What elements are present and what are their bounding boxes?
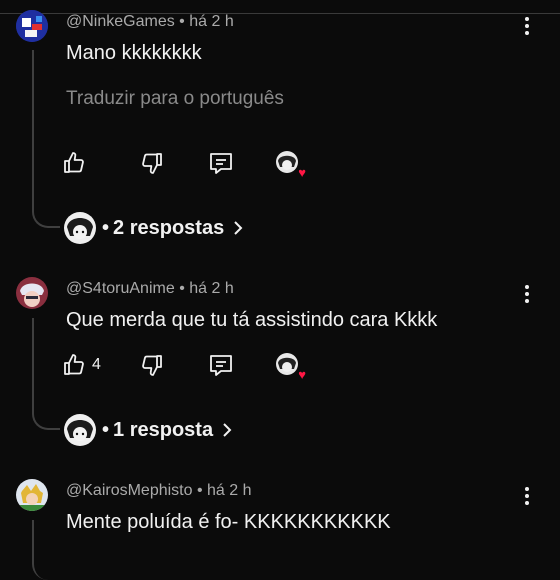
reply-icon bbox=[210, 355, 232, 376]
comment-time: há 2 h bbox=[189, 280, 234, 297]
creator-heart-icon: ♥ bbox=[298, 165, 306, 180]
comment-time: há 2 h bbox=[189, 13, 234, 30]
reply-button[interactable] bbox=[208, 148, 234, 178]
reply-avatar bbox=[64, 212, 96, 244]
author-handle[interactable]: @KairosMephisto bbox=[66, 482, 193, 499]
more-vert-icon[interactable] bbox=[516, 485, 538, 507]
comment-author[interactable]: @S4toruAnime • há 2 h bbox=[66, 280, 234, 298]
replies-separator: • bbox=[102, 216, 110, 239]
creator-heart: ♥ bbox=[276, 350, 306, 381]
view-replies-button[interactable]: • 2 respostas bbox=[64, 211, 244, 245]
top-divider bbox=[0, 0, 560, 14]
chevron-right-icon bbox=[234, 221, 243, 235]
avatar[interactable] bbox=[16, 479, 48, 511]
thread-line bbox=[32, 50, 60, 228]
dislike-button[interactable] bbox=[140, 148, 164, 178]
creator-avatar bbox=[276, 151, 298, 173]
comment-author[interactable]: @NinkeGames • há 2 h bbox=[66, 13, 234, 31]
comment-author[interactable]: @KairosMephisto • há 2 h bbox=[66, 482, 252, 500]
avatar[interactable] bbox=[16, 10, 48, 42]
comment-text: Mente poluída é fo- KKKKKKKKKKK bbox=[66, 511, 391, 533]
more-vert-icon[interactable] bbox=[516, 15, 538, 37]
meta-separator: • bbox=[179, 13, 185, 30]
like-count: 4 bbox=[92, 356, 101, 373]
author-handle[interactable]: @S4toruAnime bbox=[66, 280, 175, 297]
comment-text: Que merda que tu tá assistindo cara Kkkk bbox=[66, 309, 438, 331]
dislike-button[interactable] bbox=[140, 350, 164, 380]
meta-separator: • bbox=[196, 482, 203, 499]
view-replies-button[interactable]: • 1 resposta bbox=[64, 413, 233, 447]
thumbs-up-icon bbox=[64, 354, 84, 375]
avatar[interactable] bbox=[16, 277, 48, 309]
creator-heart-icon: ♥ bbox=[298, 367, 306, 382]
author-handle[interactable]: @NinkeGames bbox=[66, 13, 175, 30]
chevron-right-icon bbox=[223, 423, 232, 437]
comment-text: Mano kkkkkkkk bbox=[66, 42, 202, 64]
like-button[interactable]: 4 bbox=[62, 350, 101, 380]
reply-icon bbox=[210, 153, 232, 174]
reply-button[interactable] bbox=[208, 350, 234, 380]
reply-avatar bbox=[64, 414, 96, 446]
avatar-image bbox=[16, 277, 48, 309]
translate-link[interactable]: Traduzir para o português bbox=[66, 88, 284, 110]
replies-count-label: 2 respostas bbox=[113, 216, 225, 239]
creator-avatar bbox=[276, 353, 298, 375]
comment-time: há 2 h bbox=[207, 482, 252, 499]
thumbs-down-icon bbox=[142, 153, 162, 174]
thread-line bbox=[32, 318, 60, 430]
creator-heart: ♥ bbox=[276, 148, 306, 179]
replies-separator: • bbox=[102, 418, 110, 441]
meta-separator: • bbox=[179, 280, 185, 297]
replies-count-label: 1 resposta bbox=[113, 418, 214, 441]
avatar-image bbox=[16, 10, 48, 42]
thumbs-up-icon bbox=[64, 152, 84, 173]
thumbs-down-icon bbox=[142, 355, 162, 376]
like-button[interactable] bbox=[62, 148, 92, 178]
thread-line bbox=[32, 520, 60, 580]
more-vert-icon[interactable] bbox=[516, 283, 538, 305]
avatar-image bbox=[16, 479, 48, 511]
